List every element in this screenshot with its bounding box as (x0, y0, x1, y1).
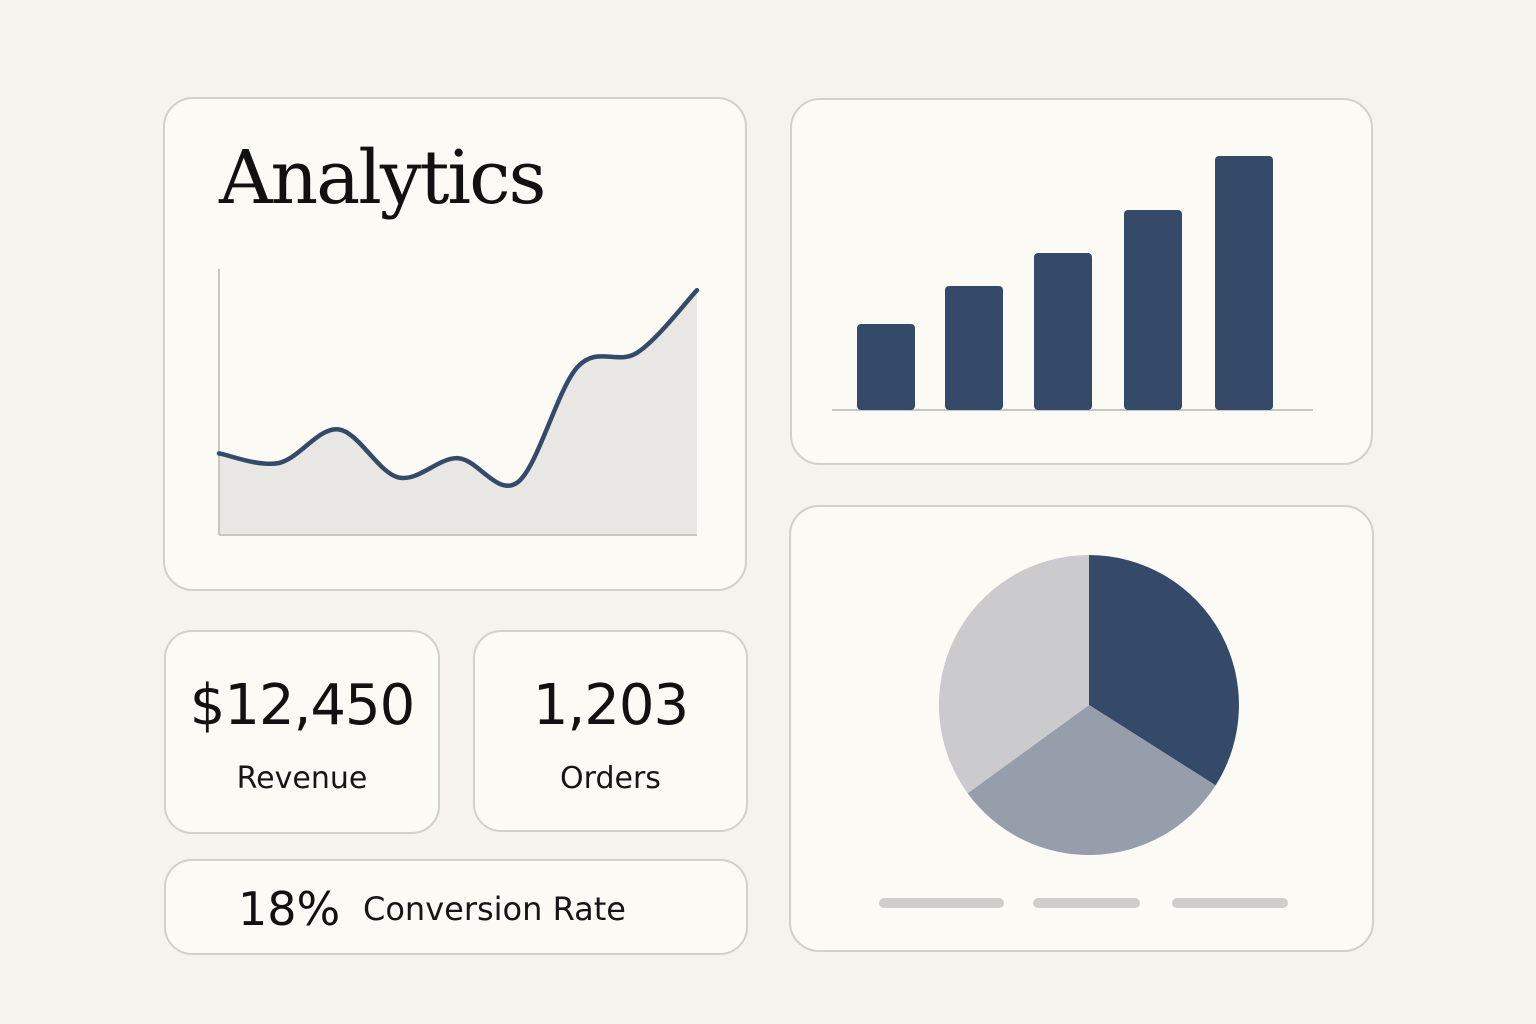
legend-placeholder-3 (1172, 898, 1288, 908)
orders-label: Orders (560, 761, 661, 796)
revenue-value: $12,450 (189, 673, 416, 738)
orders-value: 1,203 (532, 673, 689, 738)
pie-chart-card (789, 505, 1374, 952)
bar-chart-card (790, 98, 1373, 465)
orders-card: 1,203 Orders (473, 630, 748, 832)
bar-chart (832, 156, 1313, 411)
area-chart (216, 269, 700, 536)
conversion-value: 18% (238, 882, 341, 936)
conversion-card: 18% Conversion Rate (164, 859, 748, 955)
pie-chart (938, 554, 1239, 856)
bar-3 (1034, 253, 1092, 410)
analytics-card: Analytics (163, 97, 747, 591)
bar-4 (1124, 210, 1182, 410)
revenue-card: $12,450 Revenue (164, 630, 440, 834)
area-fill (219, 290, 697, 535)
bar-1 (857, 324, 915, 410)
legend-placeholder-2 (1033, 898, 1140, 908)
bar-5 (1215, 156, 1273, 410)
revenue-label: Revenue (236, 761, 368, 796)
conversion-label: Conversion Rate (363, 890, 626, 928)
legend-placeholder-1 (879, 898, 1004, 908)
bar-2 (945, 286, 1003, 410)
